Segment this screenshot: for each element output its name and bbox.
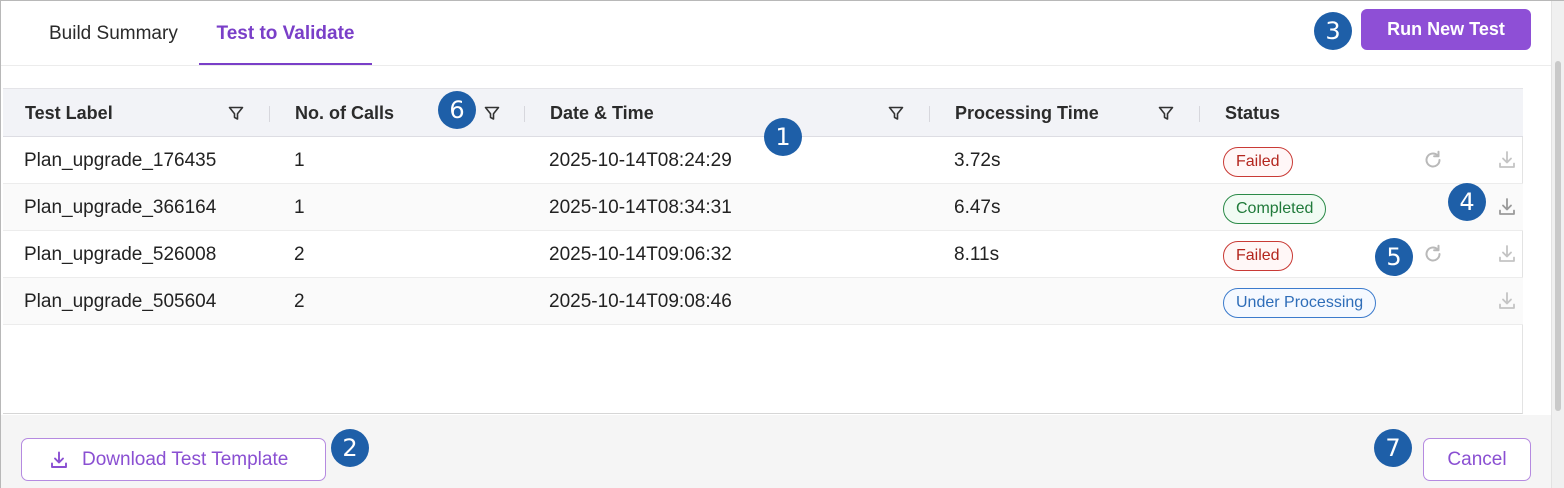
- callout-marker: 5: [1375, 238, 1413, 276]
- vertical-scrollbar[interactable]: [1551, 1, 1564, 488]
- download-icon[interactable]: [1496, 149, 1518, 171]
- cell-processing-time: 3.72s: [954, 150, 1001, 171]
- scrollbar-thumb[interactable]: [1555, 61, 1561, 411]
- download-icon[interactable]: [1496, 243, 1518, 265]
- column-separator: [269, 106, 270, 122]
- callout-marker: 2: [331, 429, 369, 467]
- cell-date-time: 2025-10-14T09:08:46: [549, 291, 732, 312]
- filter-icon[interactable]: [887, 104, 905, 122]
- filter-icon[interactable]: [483, 104, 501, 122]
- table-header: Test Label No. of Calls Date & Time Proc…: [3, 88, 1523, 137]
- cancel-button[interactable]: Cancel: [1423, 438, 1531, 481]
- status-badge: Under Processing: [1223, 288, 1377, 318]
- callout-marker: 1: [764, 118, 802, 156]
- callout-marker: 4: [1448, 183, 1486, 221]
- table-row: Plan_upgrade_176435 1 2025-10-14T08:24:2…: [3, 137, 1523, 184]
- cell-processing-time: 8.11s: [954, 244, 1000, 265]
- column-header-test-label[interactable]: Test Label: [25, 89, 113, 138]
- column-separator: [524, 106, 525, 122]
- test-dialog: Build Summary Test to Validate Run New T…: [0, 0, 1564, 488]
- cell-no-of-calls: 1: [294, 150, 305, 171]
- column-header-status[interactable]: Status: [1225, 89, 1280, 138]
- column-header-processing-time[interactable]: Processing Time: [955, 89, 1099, 138]
- refresh-icon[interactable]: [1422, 243, 1444, 265]
- tests-table: Test Label No. of Calls Date & Time Proc…: [3, 88, 1523, 414]
- filter-icon[interactable]: [227, 104, 245, 122]
- cell-processing-time: 6.47s: [954, 197, 1001, 218]
- refresh-icon[interactable]: [1422, 149, 1444, 171]
- column-header-no-of-calls[interactable]: No. of Calls: [295, 89, 394, 138]
- table-row: Plan_upgrade_526008 2 2025-10-14T09:06:3…: [3, 231, 1523, 278]
- filter-icon[interactable]: [1157, 104, 1175, 122]
- cell-date-time: 2025-10-14T08:34:31: [549, 197, 732, 218]
- callout-marker: 3: [1314, 12, 1352, 50]
- status-badge: Completed: [1223, 194, 1327, 224]
- status-badge: Failed: [1223, 241, 1293, 271]
- cell-no-of-calls: 2: [294, 244, 305, 265]
- callout-marker: 7: [1374, 429, 1412, 467]
- cell-no-of-calls: 1: [294, 197, 305, 218]
- cell-test-label: Plan_upgrade_526008: [24, 244, 217, 265]
- cell-test-label: Plan_upgrade_505604: [24, 291, 217, 312]
- table-row: Plan_upgrade_366164 1 2025-10-14T08:34:3…: [3, 184, 1523, 231]
- active-tab-indicator: [199, 63, 372, 65]
- download-test-template-button[interactable]: Download Test Template: [21, 438, 326, 481]
- column-header-date-time[interactable]: Date & Time: [550, 89, 654, 138]
- table-row: Plan_upgrade_505604 2 2025-10-14T09:08:4…: [3, 278, 1523, 325]
- download-icon[interactable]: [1496, 196, 1518, 218]
- cell-test-label: Plan_upgrade_366164: [24, 197, 217, 218]
- column-separator: [1199, 106, 1200, 122]
- cell-no-of-calls: 2: [294, 291, 305, 312]
- tab-test-to-validate[interactable]: Test to Validate: [199, 1, 372, 66]
- tab-build-summary[interactable]: Build Summary: [49, 1, 178, 66]
- download-icon[interactable]: [1496, 290, 1518, 312]
- run-new-test-button[interactable]: Run New Test: [1361, 9, 1531, 50]
- column-separator: [929, 106, 930, 122]
- download-icon: [51, 451, 67, 468]
- status-badge: Failed: [1223, 147, 1293, 177]
- callout-marker: 6: [438, 91, 476, 129]
- cell-date-time: 2025-10-14T09:06:32: [549, 244, 732, 265]
- cell-date-time: 2025-10-14T08:24:29: [549, 150, 732, 171]
- cell-test-label: Plan_upgrade_176435: [24, 150, 217, 171]
- download-test-template-label: Download Test Template: [82, 449, 289, 470]
